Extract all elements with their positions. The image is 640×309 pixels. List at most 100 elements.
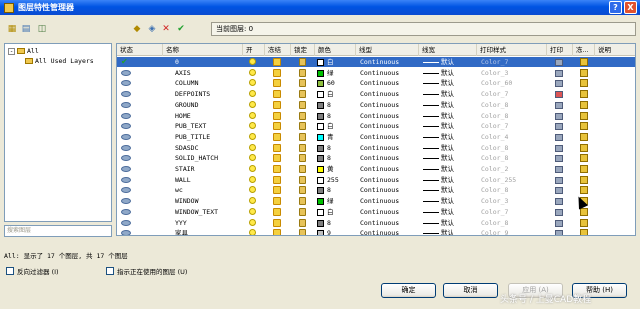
on-bulb-icon[interactable] bbox=[249, 207, 256, 215]
column-header[interactable]: 说明 bbox=[595, 44, 635, 56]
on-bulb-icon[interactable] bbox=[249, 122, 256, 130]
linetype[interactable]: Continuous bbox=[360, 185, 399, 195]
color-swatch[interactable] bbox=[317, 123, 324, 131]
on-bulb-icon[interactable] bbox=[249, 68, 256, 76]
invert-filter-checkbox[interactable]: 反向过滤器 (I) bbox=[6, 266, 59, 276]
printer-icon[interactable] bbox=[555, 166, 563, 173]
new-layer-vp-frozen-icon[interactable]: ◈ bbox=[147, 24, 157, 34]
table-row[interactable]: SOLID_HATCH 8 Continuous 默认 Color_8 bbox=[117, 153, 635, 163]
printer-icon[interactable] bbox=[555, 176, 563, 184]
linetype[interactable]: Continuous bbox=[360, 111, 399, 121]
layer-name[interactable]: GROUND bbox=[175, 100, 198, 110]
lineweight[interactable]: 默认 bbox=[441, 196, 454, 206]
layer-table[interactable]: 状态 名称开冻结 锁定 颜色 线型 线宽 打印样式 打印 冻... 说明 ✔ 0 白 Continuou… bbox=[116, 43, 636, 236]
new-vp-freeze-icon[interactable] bbox=[580, 186, 588, 195]
lock-icon[interactable] bbox=[299, 68, 306, 77]
freeze-sun-icon[interactable] bbox=[273, 79, 281, 88]
freeze-sun-icon[interactable] bbox=[273, 68, 281, 77]
plot-style[interactable]: Color_255 bbox=[481, 175, 516, 185]
title-bar[interactable]: 图层特性管理器 ? X bbox=[0, 0, 640, 15]
printer-icon[interactable] bbox=[555, 198, 563, 206]
table-row[interactable]: WINDOW 绿 Continuous 默认 Color_3 bbox=[117, 196, 635, 206]
color-swatch[interactable] bbox=[317, 208, 324, 216]
close-button[interactable]: X bbox=[624, 1, 637, 14]
linetype[interactable]: Continuous bbox=[360, 143, 399, 153]
new-group-filter-icon[interactable]: ▤ bbox=[21, 24, 31, 34]
on-bulb-icon[interactable] bbox=[249, 186, 256, 194]
freeze-sun-icon[interactable] bbox=[273, 100, 281, 109]
printer-icon[interactable] bbox=[555, 80, 563, 88]
new-layer-icon[interactable]: ◆ bbox=[132, 24, 142, 34]
layer-name[interactable]: 家具 bbox=[175, 228, 188, 235]
layer-name[interactable]: PUB_TEXT bbox=[175, 121, 206, 131]
freeze-sun-icon[interactable] bbox=[273, 111, 281, 120]
layer-name[interactable]: SDASDC bbox=[175, 143, 198, 153]
freeze-sun-icon[interactable] bbox=[273, 186, 281, 195]
color-swatch[interactable] bbox=[317, 144, 324, 152]
lineweight[interactable]: 默认 bbox=[441, 57, 454, 67]
plot-style[interactable]: Color_7 bbox=[481, 207, 508, 217]
printer-icon[interactable] bbox=[555, 230, 563, 235]
lineweight[interactable]: 默认 bbox=[441, 218, 454, 228]
color-swatch[interactable] bbox=[317, 133, 324, 141]
show-used-layers-checkbox[interactable]: 指示正在使用的图层 (U) bbox=[106, 266, 187, 276]
layer-name[interactable]: STAIR bbox=[175, 164, 195, 174]
column-header[interactable]: 名称 bbox=[163, 44, 243, 56]
linetype[interactable]: Continuous bbox=[360, 78, 399, 88]
plot-style[interactable]: Color_8 bbox=[481, 153, 508, 163]
printer-icon[interactable] bbox=[555, 133, 563, 141]
linetype[interactable]: Continuous bbox=[360, 218, 399, 228]
printer-icon[interactable] bbox=[555, 101, 563, 109]
table-row[interactable]: wc 8 Continuous 默认 Color_8 bbox=[117, 185, 635, 195]
plot-style[interactable]: Color_8 bbox=[481, 143, 508, 153]
layer-name[interactable]: WINDOW bbox=[175, 196, 198, 206]
lineweight[interactable]: 默认 bbox=[441, 185, 454, 195]
color-swatch[interactable] bbox=[317, 101, 324, 109]
lock-icon[interactable] bbox=[299, 122, 306, 131]
table-row[interactable]: STAIR 黄 Continuous 默认 Color_2 bbox=[117, 164, 635, 174]
new-vp-freeze-icon[interactable] bbox=[580, 229, 588, 235]
layer-name[interactable]: COLUMN bbox=[175, 78, 198, 88]
color-swatch[interactable] bbox=[317, 187, 324, 195]
on-bulb-icon[interactable] bbox=[249, 111, 256, 119]
plot-style[interactable]: Color_3 bbox=[481, 68, 508, 78]
new-vp-freeze-icon[interactable] bbox=[580, 218, 588, 227]
freeze-sun-icon[interactable] bbox=[273, 197, 281, 206]
table-row[interactable]: WALL 255 Continuous 默认 Color_255 bbox=[117, 175, 635, 185]
lineweight[interactable]: 默认 bbox=[441, 111, 454, 121]
linetype[interactable]: Continuous bbox=[360, 89, 399, 99]
linetype[interactable]: Continuous bbox=[360, 228, 399, 235]
plot-style[interactable]: Color_9 bbox=[481, 228, 508, 235]
plot-style[interactable]: Color_7 bbox=[481, 121, 508, 131]
set-current-icon[interactable]: ✔ bbox=[176, 24, 186, 34]
color-swatch[interactable] bbox=[317, 112, 324, 120]
color-swatch[interactable] bbox=[317, 80, 324, 88]
new-property-filter-icon[interactable]: ▦ bbox=[7, 24, 17, 34]
freeze-sun-icon[interactable] bbox=[273, 154, 281, 163]
new-vp-freeze-icon[interactable] bbox=[580, 68, 588, 77]
lineweight[interactable]: 默认 bbox=[441, 100, 454, 110]
on-bulb-icon[interactable] bbox=[249, 229, 256, 235]
new-vp-freeze-icon[interactable] bbox=[580, 122, 588, 131]
printer-icon[interactable] bbox=[555, 91, 563, 99]
column-header[interactable]: 开 bbox=[243, 44, 265, 56]
lock-icon[interactable] bbox=[299, 111, 306, 120]
column-header[interactable]: 线宽 bbox=[419, 44, 477, 56]
new-vp-freeze-icon[interactable] bbox=[580, 100, 588, 109]
lock-icon[interactable] bbox=[299, 186, 306, 195]
color-swatch[interactable] bbox=[317, 176, 324, 184]
plot-style[interactable]: Color_3 bbox=[481, 196, 508, 206]
table-row[interactable]: PUB_TEXT 白 Continuous 默认 Color_7 bbox=[117, 121, 635, 131]
lock-icon[interactable] bbox=[299, 58, 306, 66]
checkbox-box[interactable] bbox=[6, 267, 14, 275]
column-header[interactable]: 冻结 bbox=[265, 44, 291, 56]
filter-tree[interactable]: - All All Used Layers bbox=[4, 43, 112, 222]
lock-icon[interactable] bbox=[299, 229, 306, 235]
linetype[interactable]: Continuous bbox=[360, 132, 399, 142]
freeze-sun-icon[interactable] bbox=[273, 58, 281, 66]
ok-button[interactable]: 确定 bbox=[381, 283, 436, 298]
cancel-button[interactable]: 取消 bbox=[443, 283, 498, 298]
printer-icon[interactable] bbox=[555, 187, 563, 195]
column-header[interactable]: 锁定 bbox=[291, 44, 315, 56]
on-bulb-icon[interactable] bbox=[249, 90, 256, 98]
